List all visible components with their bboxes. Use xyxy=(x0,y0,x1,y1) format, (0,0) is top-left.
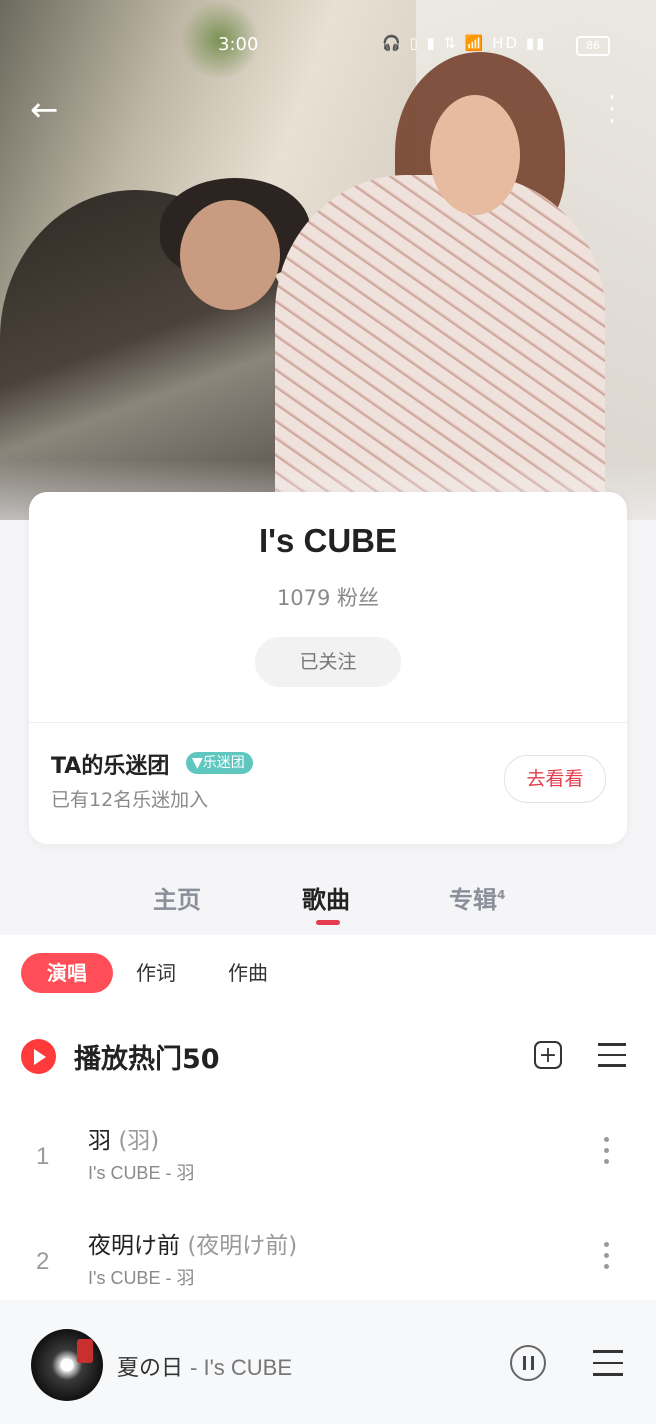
artist-name: I's CUBE xyxy=(258,522,398,559)
song-alias: (夜明け前) xyxy=(187,1233,298,1259)
play-all-row[interactable]: 播放热门50 + xyxy=(21,1035,631,1079)
song-index: 2 xyxy=(36,1248,50,1275)
pause-icon[interactable] xyxy=(510,1345,546,1381)
song-subtitle: I's CUBE - 羽 xyxy=(88,1163,195,1183)
tab-albums-count: 4 xyxy=(497,888,506,902)
song-title-text: 夜明け前 xyxy=(88,1233,180,1259)
card-divider xyxy=(29,722,627,723)
tab-songs-label: 歌曲 xyxy=(302,886,350,914)
filter-sing[interactable]: 演唱 xyxy=(21,953,113,993)
follow-button[interactable]: 已关注 xyxy=(255,637,401,687)
tab-songs[interactable]: 歌曲 xyxy=(302,880,350,915)
now-playing-info[interactable]: 夏の日 - I's CUBE xyxy=(117,1350,292,1382)
song-title: 羽 (羽) xyxy=(88,1121,159,1155)
person-left-face xyxy=(180,200,280,310)
fanclub-badge: ▼乐迷团 xyxy=(186,752,253,774)
person-right-face xyxy=(430,95,520,215)
status-bar: 3:00 🎧 ▯ ▮ ⇅ 📶 HD ▮▮ 86 xyxy=(0,30,656,60)
tab-home-label: 主页 xyxy=(153,886,201,914)
back-arrow-icon[interactable]: ← xyxy=(30,92,70,128)
song-subtitle: I's CUBE - 羽 xyxy=(88,1268,195,1288)
now-playing-disc[interactable] xyxy=(31,1329,103,1401)
play-icon[interactable] xyxy=(21,1039,56,1074)
filter-compose[interactable]: 作曲 xyxy=(228,953,268,993)
song-title-text: 羽 xyxy=(88,1128,111,1154)
add-to-playlist-icon[interactable]: + xyxy=(534,1041,562,1069)
fans-count: 1079 粉丝 xyxy=(276,586,380,610)
active-tab-indicator xyxy=(316,920,340,925)
song-row[interactable]: 2 夜明け前 (夜明け前) I's CUBE - 羽 xyxy=(0,1226,656,1306)
song-more-icon[interactable] xyxy=(604,1242,616,1275)
fanclub-badge-label: 乐迷团 xyxy=(202,755,245,771)
song-row[interactable]: 1 羽 (羽) I's CUBE - 羽 xyxy=(0,1121,656,1201)
tab-home[interactable]: 主页 xyxy=(153,880,201,915)
tab-albums[interactable]: 专辑4 xyxy=(449,880,505,915)
battery-icon: 86 xyxy=(576,36,610,56)
artist-cover-photo xyxy=(0,0,656,520)
artist-card: I's CUBE 1079 粉丝 已关注 TA的乐迷团 ▼乐迷团 已有12名乐迷… xyxy=(29,492,627,844)
multi-select-icon[interactable] xyxy=(598,1043,626,1069)
fanclub-members: 已有12名乐迷加入 xyxy=(51,789,209,811)
filter-lyrics[interactable]: 作词 xyxy=(136,953,176,993)
tab-albums-label: 专辑 xyxy=(449,886,497,914)
play-all-label[interactable]: 播放热门50 xyxy=(74,1037,220,1076)
song-more-icon[interactable] xyxy=(604,1137,616,1170)
fanclub-badge-icon: ▼ xyxy=(192,755,203,771)
song-alias: (羽) xyxy=(118,1128,160,1154)
more-vertical-icon[interactable]: · · · xyxy=(600,85,624,135)
playlist-queue-icon[interactable] xyxy=(593,1350,623,1380)
status-icons: 🎧 ▯ ▮ ⇅ 📶 HD ▮▮ xyxy=(382,34,547,52)
song-index: 1 xyxy=(36,1143,50,1170)
status-time: 3:00 xyxy=(218,34,259,55)
song-title: 夜明け前 (夜明け前) xyxy=(88,1226,297,1260)
fanclub-visit-button[interactable]: 去看看 xyxy=(504,755,606,803)
mini-player[interactable]: 夏の日 - I's CUBE xyxy=(0,1300,656,1424)
fanclub-title[interactable]: TA的乐迷团 xyxy=(51,748,169,780)
now-playing-title: 夏の日 xyxy=(117,1356,184,1381)
now-playing-artist: - I's CUBE xyxy=(190,1355,293,1380)
